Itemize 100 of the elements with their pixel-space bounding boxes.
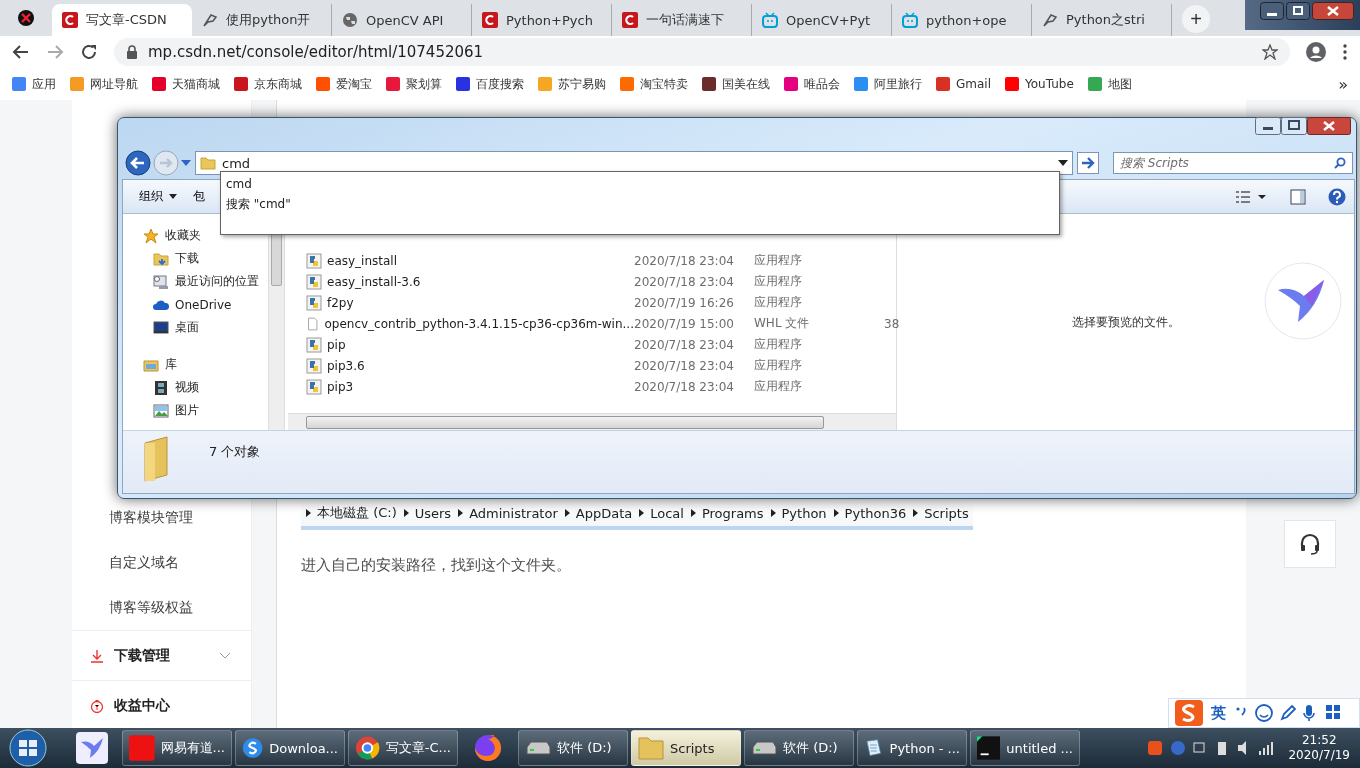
bookmark[interactable]: 天猫商城: [152, 75, 220, 93]
minimize-button[interactable]: [1255, 117, 1281, 135]
nav-item[interactable]: 桌面: [123, 316, 268, 339]
taskbar-button[interactable]: untitled ...: [970, 730, 1080, 766]
bookmark[interactable]: 阿里旅行: [854, 75, 922, 93]
dropdown-arrow-icon[interactable]: [1058, 160, 1068, 166]
browser-tab[interactable]: 写文章-CSDN: [52, 4, 192, 36]
ime-mode[interactable]: 英: [1211, 703, 1226, 723]
file-name[interactable]: easy_install: [306, 252, 634, 269]
nav-item[interactable]: 图片: [123, 399, 268, 422]
help-button[interactable]: [1284, 520, 1336, 568]
nav-item[interactable]: OneDrive: [123, 293, 268, 316]
path-label[interactable]: Scripts: [924, 505, 969, 521]
bird-icon: [76, 732, 108, 764]
suggestion-item[interactable]: cmd: [226, 174, 1054, 194]
sidebar-section[interactable]: 下载管理: [72, 630, 251, 680]
toolbar-button[interactable]: 组织: [133, 185, 183, 208]
file-date: 2020/7/18 23:04: [634, 253, 735, 268]
arrow-icon: [638, 509, 645, 517]
taskbar-button[interactable]: 网易有道...: [122, 730, 232, 766]
star-icon: [143, 227, 159, 244]
bookmark[interactable]: 网址导航: [70, 75, 138, 93]
search-field[interactable]: 搜索 Scripts: [1113, 152, 1353, 174]
view-options-icon[interactable]: [1236, 190, 1268, 203]
file-name[interactable]: f2py: [306, 294, 634, 311]
bookmark[interactable]: Gmail: [936, 77, 991, 91]
taskbar-button[interactable]: 软件 (D:): [518, 730, 628, 766]
bookmark[interactable]: 应用: [12, 75, 56, 93]
desktop-icon: [153, 319, 169, 336]
python-file-icon: [306, 273, 322, 290]
taskbar-button[interactable]: 写文章-C...: [348, 730, 458, 766]
path-label[interactable]: Users: [414, 505, 452, 521]
bookmark[interactable]: 苏宁易购: [538, 75, 606, 93]
sogou-icon[interactable]: [1175, 700, 1203, 726]
folder-icon: [153, 250, 169, 267]
close-button[interactable]: [1312, 2, 1354, 20]
bookmark[interactable]: YouTube: [1005, 77, 1074, 91]
go-button[interactable]: [1077, 152, 1099, 174]
bookmark[interactable]: 京东商城: [234, 75, 302, 93]
file-name[interactable]: easy_install-3.6: [306, 273, 634, 290]
address-bar[interactable]: mp.csdn.net/console/editor/html/107452061: [114, 38, 1290, 66]
profile-icon[interactable]: [1306, 42, 1326, 62]
suggestion-item[interactable]: 搜索 "cmd": [226, 194, 1054, 214]
file-type: 应用程序: [754, 378, 803, 395]
scrollbar-thumb[interactable]: [271, 232, 282, 286]
taskbar-button[interactable]: Downloa...: [235, 730, 345, 766]
recent-icon: [153, 273, 169, 290]
firefox-icon: [473, 733, 503, 763]
help-icon[interactable]: [1328, 187, 1346, 206]
reload-icon[interactable]: [80, 43, 98, 61]
star-icon[interactable]: [1262, 44, 1278, 60]
menu-icon[interactable]: [1342, 43, 1348, 61]
taskbar-button[interactable]: 软件 (D:): [744, 730, 854, 766]
taskbar-button[interactable]: Python - ...: [857, 730, 967, 766]
bookmark[interactable]: 百度搜索: [456, 75, 524, 93]
globe-icon: [342, 12, 358, 28]
chevron-icon[interactable]: [219, 651, 231, 660]
folder-icon: [200, 155, 216, 171]
path-label[interactable]: AppData: [575, 505, 633, 521]
bookmark[interactable]: 爱淘宝: [316, 75, 372, 93]
feather-icon: [202, 12, 218, 28]
app-icon[interactable]: [17, 9, 35, 27]
nav-item[interactable]: 视频: [123, 376, 268, 399]
start-button[interactable]: [8, 728, 48, 768]
file-date: 2020/7/19 16:26: [634, 295, 735, 310]
scrollbar[interactable]: [288, 413, 896, 430]
file-name[interactable]: pip3: [306, 378, 634, 395]
bookmark[interactable]: 国美在线: [702, 75, 770, 93]
nav-item[interactable]: 最近访问的位置: [123, 270, 268, 293]
preview-pane-icon[interactable]: [1290, 188, 1306, 205]
nav-item[interactable]: 下载: [123, 247, 268, 270]
path-label[interactable]: Python: [781, 505, 827, 521]
maximize-button[interactable]: [1281, 117, 1307, 135]
path-label[interactable]: 本地磁盘 (C:): [317, 504, 397, 522]
back-icon[interactable]: [12, 43, 30, 61]
close-button[interactable]: [1307, 117, 1351, 135]
bookmark[interactable]: 聚划算: [386, 75, 442, 93]
back-button[interactable]: [125, 150, 151, 176]
scrollbar-thumb[interactable]: [306, 416, 824, 429]
file-name[interactable]: pip3.6: [306, 357, 634, 374]
path-label[interactable]: Administrator: [469, 505, 558, 521]
path-label[interactable]: Python36: [844, 505, 907, 521]
bookmark[interactable]: 淘宝特卖: [620, 75, 688, 93]
taskbar-button[interactable]: Scripts: [631, 730, 741, 766]
bookmark[interactable]: 地图: [1087, 75, 1132, 93]
sidebar-item[interactable]: 博客模块管理: [72, 495, 251, 540]
path-label[interactable]: Programs: [701, 505, 764, 521]
path-label[interactable]: Local: [650, 505, 684, 521]
bookmark[interactable]: 唯品会: [784, 75, 840, 93]
new-tab-button[interactable]: +: [1182, 5, 1210, 33]
nav-group[interactable]: 库: [123, 353, 268, 376]
more-bookmarks[interactable]: »: [1338, 74, 1348, 94]
file-name[interactable]: pip: [306, 336, 634, 353]
file-type: 应用程序: [754, 336, 803, 353]
sidebar-item[interactable]: 自定义域名: [72, 540, 251, 585]
maximize-button[interactable]: [1286, 2, 1310, 20]
sidebar-item[interactable]: 博客等级权益: [72, 585, 251, 630]
minimize-button[interactable]: [1260, 2, 1284, 20]
toolbar-button[interactable]: 包: [187, 185, 211, 208]
file-name[interactable]: opencv_contrib_python-3.4.1.15-cp36-cp36m-win...: [306, 315, 634, 332]
